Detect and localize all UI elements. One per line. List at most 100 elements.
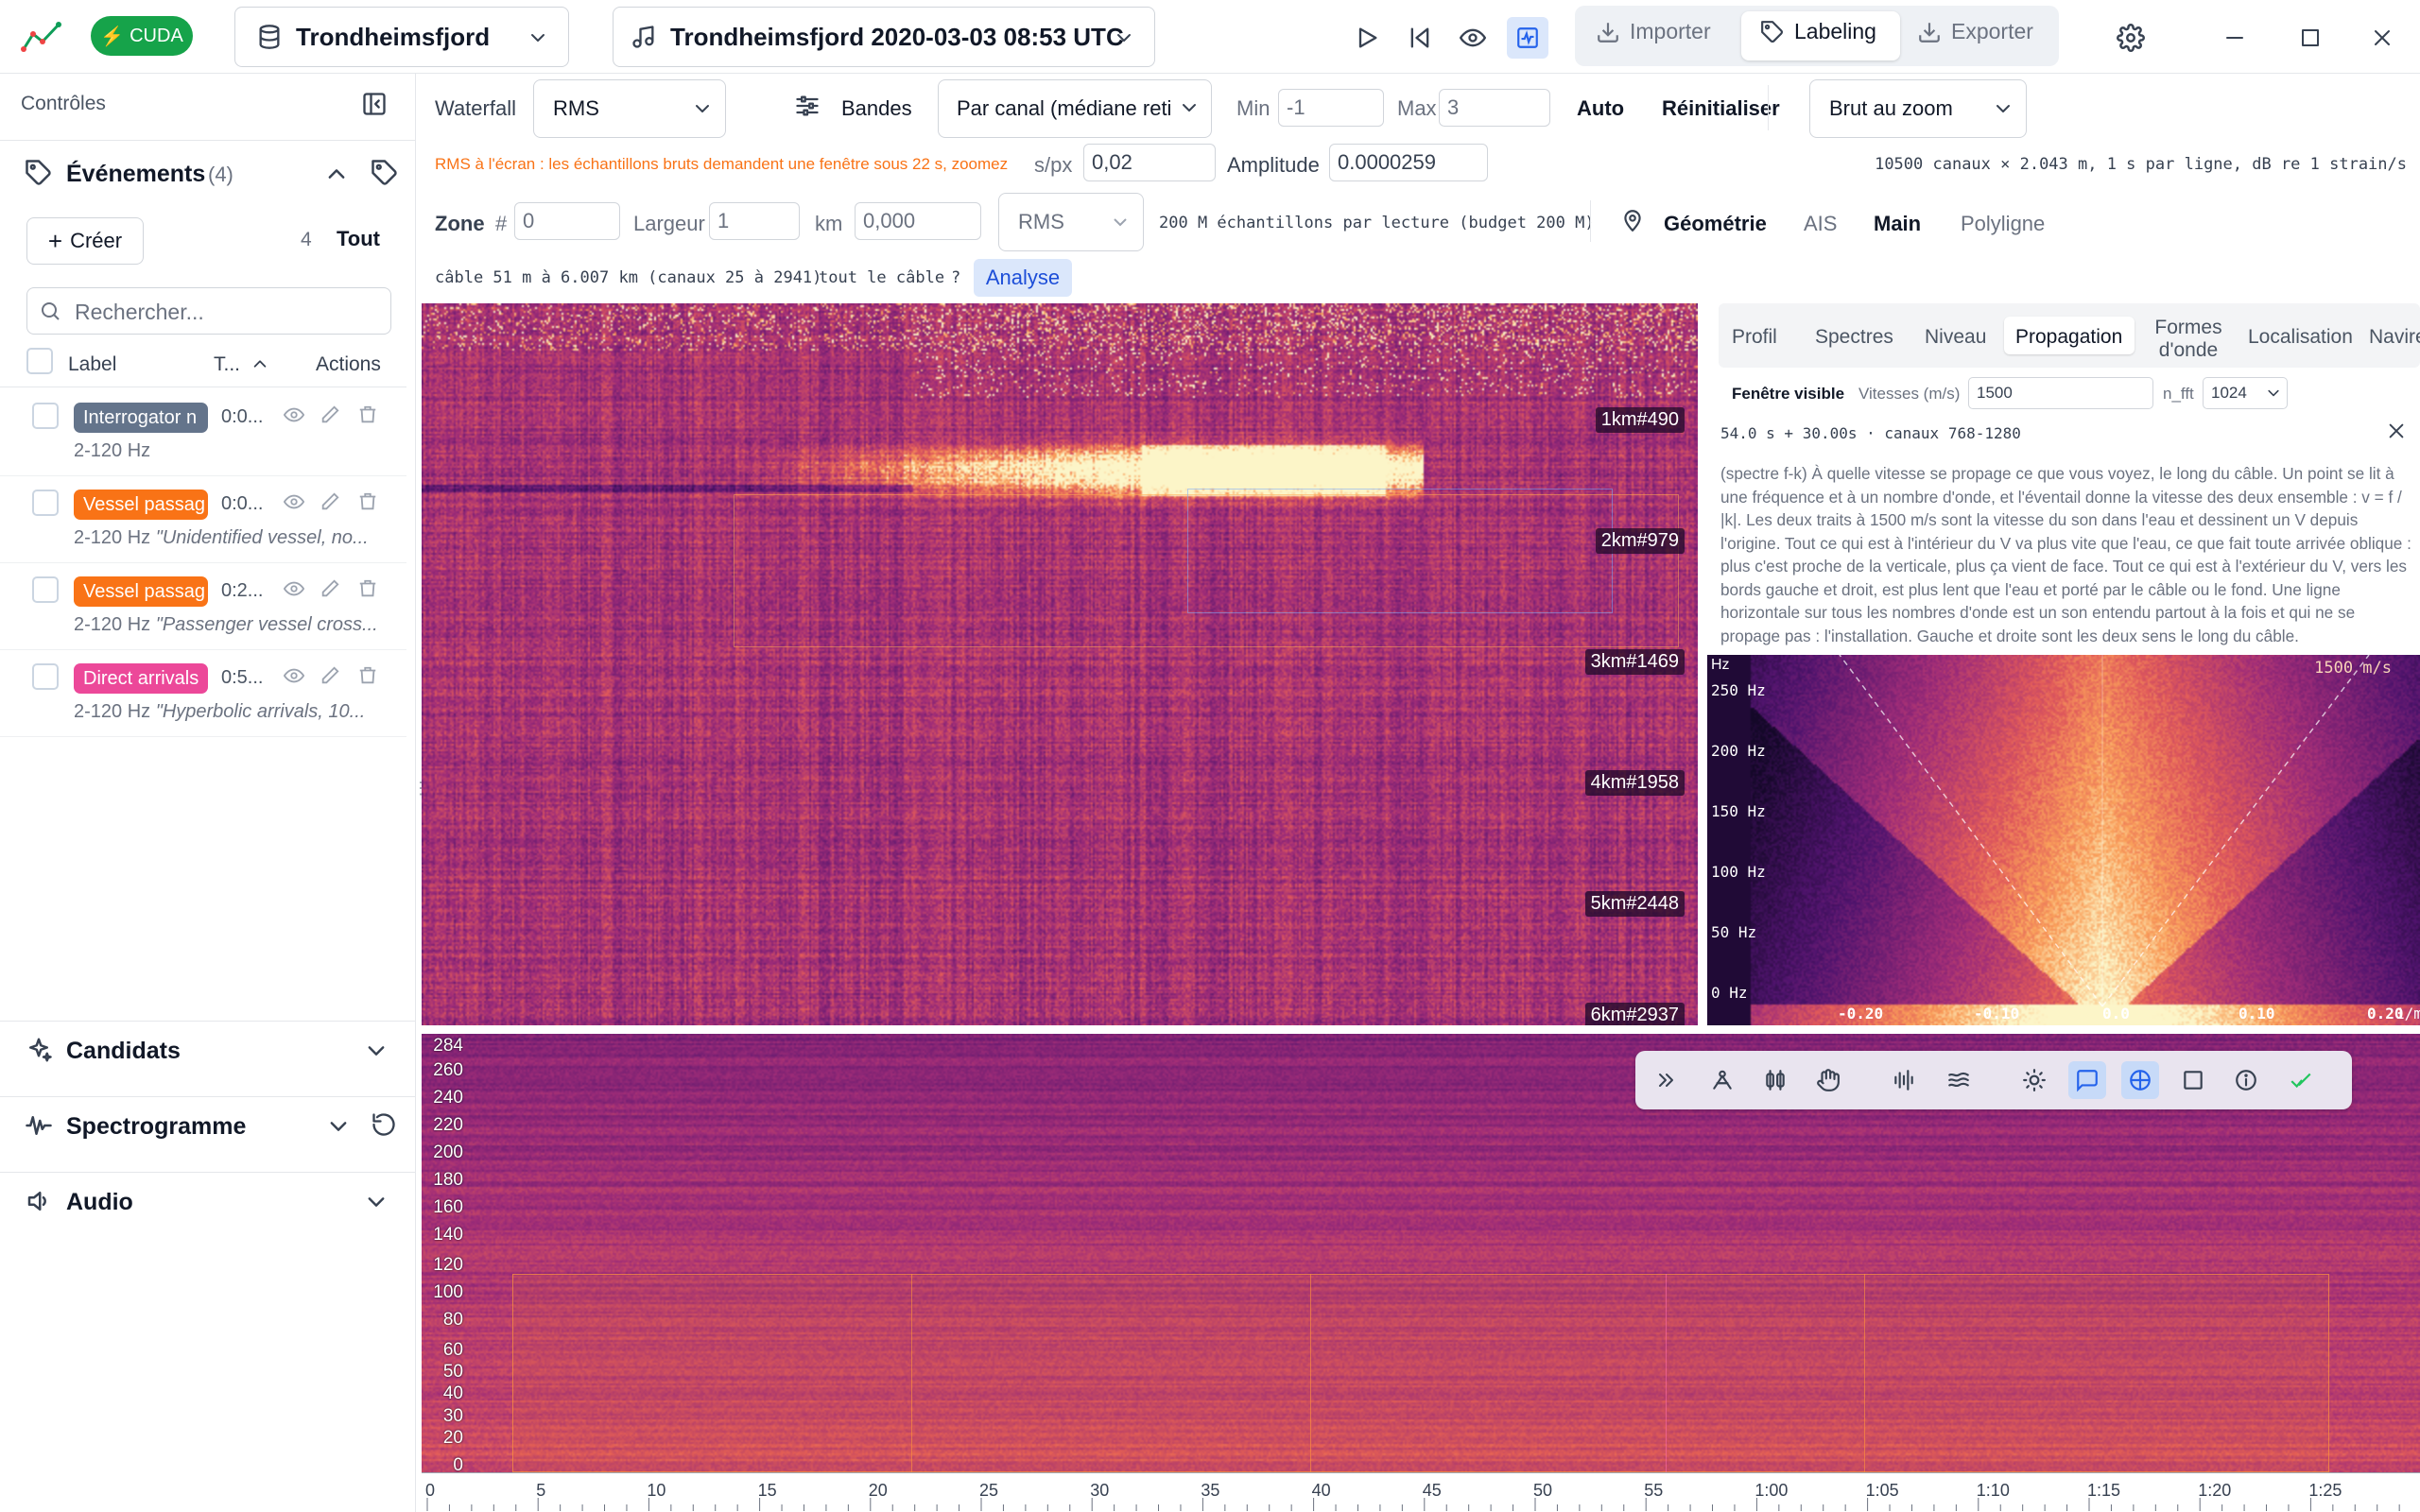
- recording-select[interactable]: Trondheimsfjord 2020-03-03 08:53 UTC: [613, 7, 1155, 67]
- event-row[interactable]: Vessel passag 0:2... 2-120 Hz "Passenger v…: [0, 563, 406, 650]
- node-tool-button[interactable]: [1703, 1061, 1741, 1099]
- speeds-input[interactable]: 1500: [1968, 377, 2153, 409]
- eye-icon[interactable]: [284, 578, 304, 599]
- zone-input[interactable]: 0: [514, 202, 620, 240]
- polyline-toggle[interactable]: Polyligne: [1961, 212, 2045, 236]
- select-all-button[interactable]: Tout: [337, 227, 380, 251]
- minimize-button[interactable]: [2216, 19, 2254, 57]
- tab-localisation[interactable]: Localisation: [2248, 326, 2353, 349]
- comment-tool-button[interactable]: [2068, 1061, 2106, 1099]
- waterfall-mode-select[interactable]: RMS: [533, 79, 726, 138]
- event-row[interactable]: Direct arrivals 0:5... 2-120 Hz "Hyperboli…: [0, 650, 406, 737]
- manage-tags-button[interactable]: [371, 159, 399, 187]
- pan-tool-button[interactable]: [1809, 1061, 1847, 1099]
- tab-waveforms[interactable]: Formes d'onde: [2146, 317, 2231, 362]
- event-checkbox[interactable]: [32, 403, 59, 429]
- cuda-label: CUDA: [130, 25, 183, 46]
- audio-section[interactable]: Audio: [66, 1189, 133, 1216]
- geometry-button[interactable]: Géométrie: [1664, 212, 1767, 236]
- event-checkbox[interactable]: [32, 576, 59, 603]
- width-input[interactable]: 1: [709, 202, 800, 240]
- collapse-sidebar-button[interactable]: [361, 91, 388, 117]
- tab-spectra[interactable]: Spectres: [1815, 326, 1893, 349]
- hand-toggle[interactable]: Main: [1874, 212, 1921, 236]
- amplitude-input[interactable]: 0.0000259: [1329, 144, 1488, 181]
- info-button[interactable]: [2227, 1061, 2265, 1099]
- trash-icon[interactable]: [357, 491, 378, 512]
- validate-button[interactable]: [2282, 1061, 2320, 1099]
- chevron-down-icon[interactable]: [327, 1115, 350, 1138]
- eye-icon[interactable]: [284, 491, 304, 512]
- play-button[interactable]: [1348, 19, 1386, 57]
- tab-level[interactable]: Niveau: [1925, 326, 1986, 349]
- tab-vessel[interactable]: Navire: [2369, 326, 2420, 349]
- edit-icon[interactable]: [320, 491, 340, 512]
- brightness-button[interactable]: [2015, 1061, 2053, 1099]
- column-type[interactable]: T...: [214, 353, 240, 376]
- bands-button[interactable]: Bandes: [841, 96, 912, 121]
- waveform-tool-button[interactable]: [1885, 1061, 1923, 1099]
- export-tab[interactable]: Exporter: [1917, 19, 2033, 44]
- resize-handle[interactable]: ⋮: [412, 779, 429, 807]
- event-checkbox[interactable]: [32, 490, 59, 516]
- analysis-button[interactable]: Analyse: [974, 259, 1072, 297]
- close-analysis-button[interactable]: [2386, 421, 2407, 441]
- import-tab[interactable]: Importer: [1596, 19, 1711, 44]
- fk-plot[interactable]: Hz 1500 m/s 250 Hz 200 Hz 150 Hz 100 Hz 50 H…: [1707, 655, 2420, 1025]
- edit-icon[interactable]: [320, 404, 340, 425]
- rewind-button[interactable]: [1401, 19, 1439, 57]
- event-row[interactable]: Vessel passag 0:0... 2-120 Hz "Unidentifie…: [0, 476, 406, 563]
- tab-propagation[interactable]: Propagation: [2015, 326, 2122, 349]
- selection-box[interactable]: [1187, 489, 1613, 613]
- max-input[interactable]: 3: [1439, 89, 1550, 127]
- event-row[interactable]: Interrogator n 0:0... 2-120 Hz: [0, 389, 406, 476]
- reset-button[interactable]: Réinitialiser: [1662, 96, 1780, 121]
- event-band-overlay[interactable]: [512, 1274, 2329, 1472]
- auto-button[interactable]: Auto: [1577, 96, 1624, 121]
- km-input[interactable]: 0,000: [855, 202, 981, 240]
- select-all-checkbox[interactable]: [26, 348, 53, 374]
- columns-tool-button[interactable]: [1756, 1061, 1794, 1099]
- expand-toolbar-button[interactable]: [1647, 1061, 1685, 1099]
- chevron-down-icon[interactable]: [365, 1191, 388, 1213]
- edit-icon[interactable]: [320, 665, 340, 686]
- trash-icon[interactable]: [357, 665, 378, 686]
- budget-info: 200 M échantillons par lecture (budget 2…: [1159, 214, 1595, 232]
- spectrogram-section[interactable]: Spectrogramme: [66, 1113, 246, 1141]
- edit-icon[interactable]: [320, 578, 340, 599]
- eye-icon[interactable]: [284, 665, 304, 686]
- chevron-down-icon: [1111, 213, 1130, 232]
- event-checkbox[interactable]: [32, 663, 59, 690]
- spx-input[interactable]: 0,02: [1083, 144, 1216, 181]
- help-link[interactable]: ?: [951, 268, 960, 287]
- column-label[interactable]: Label: [68, 353, 116, 376]
- waterfall-view[interactable]: 1km#490 2km#979 3km#1469 4km#1958 5km#2448 6k…: [422, 303, 1698, 1025]
- trash-icon[interactable]: [357, 578, 378, 599]
- box-tool-button[interactable]: [2174, 1061, 2212, 1099]
- chevron-down-icon[interactable]: [365, 1040, 388, 1062]
- create-event-button[interactable]: + Créer: [26, 217, 144, 265]
- maximize-button[interactable]: [2291, 19, 2329, 57]
- close-button[interactable]: [2363, 19, 2401, 57]
- min-input[interactable]: -1: [1278, 89, 1384, 127]
- whole-cable-link[interactable]: tout le câble: [819, 268, 944, 287]
- search-input[interactable]: Rechercher...: [26, 287, 391, 335]
- eye-icon[interactable]: [284, 404, 304, 425]
- crosshair-tool-button[interactable]: [2121, 1061, 2159, 1099]
- collapse-events-button[interactable]: [325, 163, 348, 185]
- refresh-button[interactable]: [371, 1111, 397, 1138]
- title-bar: ⚡ CUDA Trondheimsfjord Trondheimsfjord 20…: [0, 0, 2420, 74]
- monitor-toggle[interactable]: [1507, 17, 1548, 59]
- dataset-select[interactable]: Trondheimsfjord: [234, 7, 569, 67]
- zone-aggregate-select[interactable]: RMS: [998, 193, 1144, 251]
- ais-toggle[interactable]: AIS: [1804, 212, 1837, 236]
- tab-profile[interactable]: Profil: [1732, 326, 1777, 349]
- nfft-select[interactable]: 1024: [2203, 377, 2288, 409]
- lines-tool-button[interactable]: [1940, 1061, 1978, 1099]
- normalization-select[interactable]: Par canal (médiane reti: [938, 79, 1212, 138]
- trash-icon[interactable]: [357, 404, 378, 425]
- candidates-section[interactable]: Candidats: [66, 1038, 181, 1065]
- preview-button[interactable]: [1454, 19, 1492, 57]
- settings-button[interactable]: [2112, 19, 2150, 57]
- zoom-mode-select[interactable]: Brut au zoom: [1809, 79, 2027, 138]
